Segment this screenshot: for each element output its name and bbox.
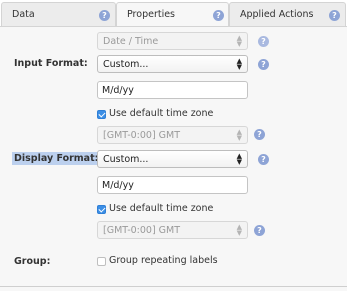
panel-divider [0, 286, 347, 287]
input-format-pattern-field[interactable] [97, 81, 248, 99]
select-arrows-icon: ▲ ▼ [236, 223, 242, 237]
select-arrows-icon: ▲ ▼ [236, 128, 242, 142]
select-arrows-icon: ▲ ▼ [236, 34, 242, 48]
help-icon[interactable]: ? [258, 154, 269, 165]
group-repeating-labels-label: Group repeating labels [109, 255, 218, 266]
display-format-pattern-field[interactable] [97, 176, 248, 194]
input-format-select-value: Custom... [103, 59, 149, 70]
tab-properties[interactable]: Properties ? [116, 2, 229, 28]
help-icon[interactable]: ? [99, 10, 110, 21]
tab-bar: Data ? Properties ? Applied Actions ? [0, 0, 347, 28]
display-use-default-timezone-label: Use default time zone [109, 203, 214, 214]
help-icon[interactable]: ? [254, 129, 265, 140]
input-use-default-timezone-label: Use default time zone [109, 108, 214, 119]
display-timezone-select[interactable]: [GMT-0:00] GMT ▲ ▼ [97, 221, 248, 239]
display-use-default-timezone-checkbox[interactable] [97, 205, 106, 214]
group-label: Group: [14, 256, 51, 267]
input-format-select[interactable]: Custom... ▲ ▼ [97, 55, 248, 73]
help-icon[interactable]: ? [213, 10, 224, 21]
input-format-label: Input Format: [14, 58, 88, 69]
display-timezone-select-value: [GMT-0:00] GMT [103, 225, 181, 236]
select-arrows-icon: ▲ ▼ [236, 57, 242, 71]
input-timezone-select[interactable]: [GMT-0:00] GMT ▲ ▼ [97, 126, 248, 144]
help-icon[interactable]: ? [258, 59, 269, 70]
input-use-default-timezone-checkbox[interactable] [97, 110, 106, 119]
help-icon[interactable]: ? [329, 10, 340, 21]
help-icon[interactable]: ? [254, 225, 265, 236]
input-timezone-select-value: [GMT-0:00] GMT [103, 130, 181, 141]
tab-data-label: Data [12, 9, 35, 20]
display-format-select[interactable]: Custom... ▲ ▼ [97, 150, 248, 168]
display-format-select-value: Custom... [103, 154, 149, 165]
display-format-label: Display Format: [12, 152, 101, 165]
tab-data[interactable]: Data ? [1, 2, 116, 26]
select-arrows-icon: ▲ ▼ [236, 152, 242, 166]
group-repeating-labels-checkbox[interactable] [97, 257, 106, 266]
data-type-select-value: Date / Time [103, 36, 159, 47]
tab-applied-actions-label: Applied Actions [240, 9, 314, 20]
tab-applied-actions[interactable]: Applied Actions ? [229, 2, 346, 26]
tab-properties-label: Properties [127, 9, 176, 20]
help-icon[interactable]: ? [258, 36, 269, 47]
data-type-select[interactable]: Date / Time ▲ ▼ [97, 32, 248, 50]
